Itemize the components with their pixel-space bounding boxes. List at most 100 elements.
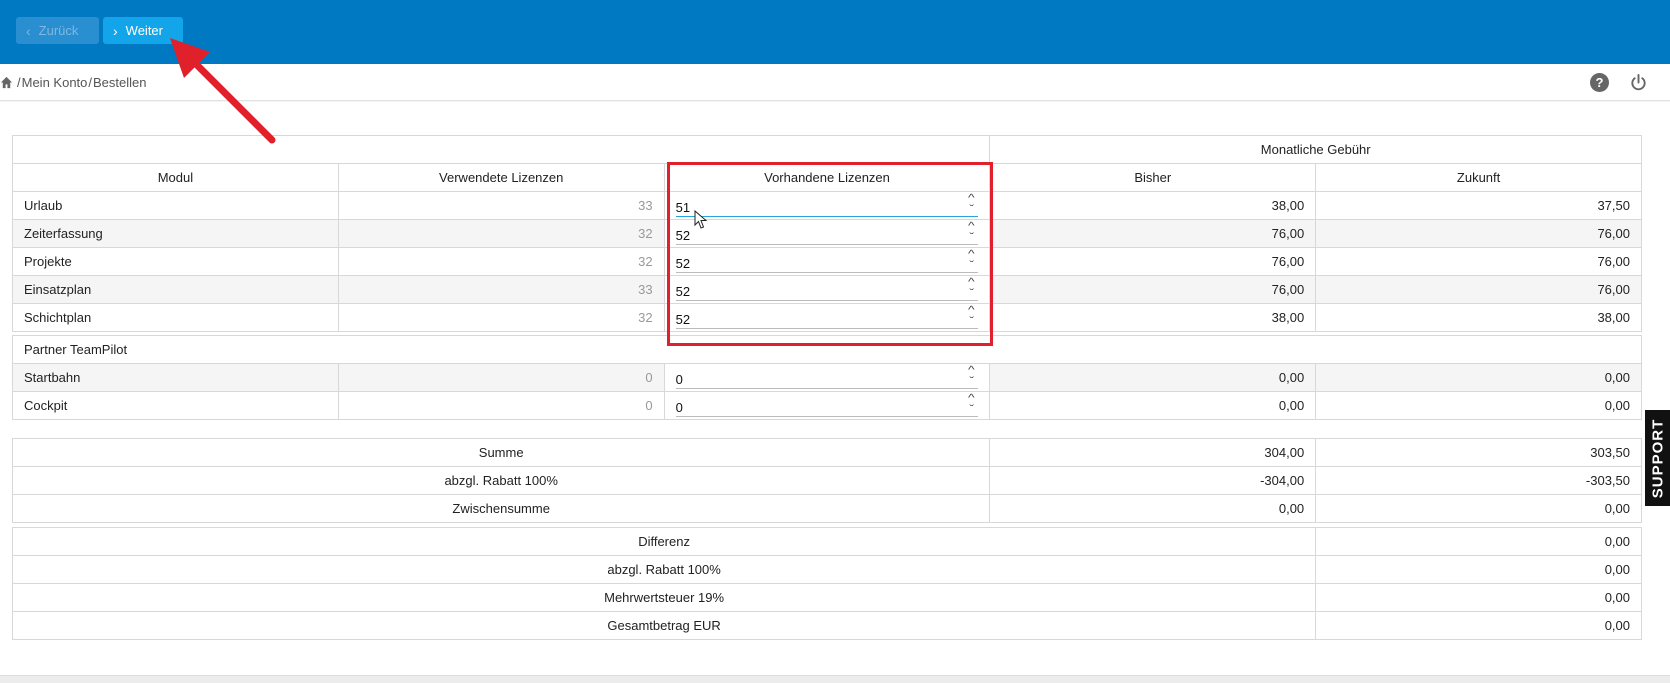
used-licenses: 33 xyxy=(337,191,665,220)
module-name: Projekte xyxy=(12,247,339,276)
breadcrumb-item-konto[interactable]: Mein Konto xyxy=(22,75,88,90)
total-label: Mehrwertsteuer 19% xyxy=(11,583,1317,612)
summary-future: 303,50 xyxy=(1315,438,1642,467)
stepper-icon[interactable]: ^ ˇ xyxy=(964,391,978,417)
license-number-input[interactable]: 52 ^ ˇ xyxy=(675,219,979,245)
license-input-value: 52 xyxy=(675,312,691,327)
next-button[interactable]: › Weiter xyxy=(103,17,183,44)
summary-row: abzgl. Rabatt 100% -304,00 -303,50 xyxy=(11,466,1642,495)
summary-row: Zwischensumme 0,00 0,00 xyxy=(11,494,1642,523)
chevron-left-icon: ‹ xyxy=(26,22,31,39)
available-licenses-cell: 51 ^ ˇ xyxy=(663,191,991,220)
fee-previous: 38,00 xyxy=(989,303,1317,332)
total-value: 0,00 xyxy=(1315,583,1642,612)
total-row: Differenz 0,00 xyxy=(11,527,1642,556)
partner-section-label: Partner TeamPilot xyxy=(12,335,1642,364)
module-name: Cockpit xyxy=(12,391,339,420)
summary-previous: 304,00 xyxy=(989,438,1317,467)
available-licenses-cell: 52 ^ ˇ xyxy=(663,219,991,248)
fee-future: 0,00 xyxy=(1315,391,1642,420)
license-number-input[interactable]: 0 ^ ˇ xyxy=(675,391,979,417)
license-number-input[interactable]: 52 ^ ˇ xyxy=(675,275,979,301)
next-button-label: Weiter xyxy=(125,23,163,38)
help-icon[interactable]: ? xyxy=(1590,73,1609,92)
fee-future: 0,00 xyxy=(1315,363,1642,392)
used-licenses: 0 xyxy=(337,363,665,392)
fee-future: 38,00 xyxy=(1315,303,1642,332)
license-table: Monatliche Gebühr Modul Verwendete Lizen… xyxy=(11,135,1642,420)
table-row: Schichtplan 32 52 ^ ˇ 38,00 38,00 xyxy=(12,303,1642,332)
back-button[interactable]: ‹ Zurück xyxy=(16,17,99,44)
available-licenses-cell: 52 ^ ˇ xyxy=(663,275,991,304)
summary-label: Summe xyxy=(11,438,991,467)
fee-future: 37,50 xyxy=(1315,191,1642,220)
table-row: Urlaub 33 51 ^ ˇ 38,00 37,50 xyxy=(12,191,1642,220)
license-input-value: 0 xyxy=(675,372,683,387)
total-row: Mehrwertsteuer 19% 0,00 xyxy=(11,583,1642,612)
header-spacer xyxy=(11,135,991,164)
fee-previous: 38,00 xyxy=(989,191,1317,220)
summary-previous: -304,00 xyxy=(989,466,1317,495)
support-tab[interactable]: SUPPORT xyxy=(1645,410,1670,506)
stepper-icon[interactable]: ^ ˇ xyxy=(964,219,978,245)
module-name: Schichtplan xyxy=(12,303,339,332)
col-header-module: Modul xyxy=(12,163,339,192)
summary-future: -303,50 xyxy=(1315,466,1642,495)
col-header-future: Zukunft xyxy=(1315,163,1642,192)
license-number-input[interactable]: 0 ^ ˇ xyxy=(675,363,979,389)
fee-previous: 76,00 xyxy=(989,275,1317,304)
power-icon[interactable] xyxy=(1629,73,1648,92)
available-licenses-cell: 52 ^ ˇ xyxy=(663,247,991,276)
summary-table: Summe 304,00 303,50 abzgl. Rabatt 100% -… xyxy=(11,438,1642,523)
monthly-fee-header: Monatliche Gebühr xyxy=(989,135,1642,164)
stepper-icon[interactable]: ^ ˇ xyxy=(964,191,978,217)
summary-label: Zwischensumme xyxy=(11,494,991,523)
fee-future: 76,00 xyxy=(1315,247,1642,276)
stepper-icon[interactable]: ^ ˇ xyxy=(964,363,978,389)
fee-future: 76,00 xyxy=(1315,275,1642,304)
used-licenses: 32 xyxy=(337,303,665,332)
license-input-value: 52 xyxy=(675,228,691,243)
chevron-right-icon: › xyxy=(113,22,118,39)
table-row: Startbahn 0 0 ^ ˇ 0,00 0,00 xyxy=(12,363,1642,392)
used-licenses: 33 xyxy=(337,275,665,304)
fee-future: 76,00 xyxy=(1315,219,1642,248)
total-value: 0,00 xyxy=(1315,527,1642,556)
used-licenses: 32 xyxy=(337,219,665,248)
col-header-used: Verwendete Lizenzen xyxy=(337,163,665,192)
total-row: abzgl. Rabatt 100% 0,00 xyxy=(11,555,1642,584)
total-value: 0,00 xyxy=(1315,555,1642,584)
breadcrumb-separator: / xyxy=(17,74,21,90)
license-input-value: 0 xyxy=(675,400,683,415)
breadcrumb-separator: / xyxy=(88,74,93,90)
total-label: Gesamtbetrag EUR xyxy=(11,611,1317,640)
module-name: Startbahn xyxy=(12,363,339,392)
summary-label: abzgl. Rabatt 100% xyxy=(11,466,991,495)
license-number-input[interactable]: 52 ^ ˇ xyxy=(675,247,979,273)
fee-previous: 76,00 xyxy=(989,219,1317,248)
breadcrumb-item-bestellen: Bestellen xyxy=(93,74,147,90)
stepper-icon[interactable]: ^ ˇ xyxy=(964,275,978,301)
table-row: Einsatzplan 33 52 ^ ˇ 76,00 76,00 xyxy=(12,275,1642,304)
back-button-label: Zurück xyxy=(38,23,79,38)
breadcrumb: / Mein Konto / Bestellen xyxy=(0,75,147,90)
total-row: Gesamtbetrag EUR 0,00 xyxy=(11,611,1642,640)
table-row: Zeiterfassung 32 52 ^ ˇ 76,00 76,00 xyxy=(12,219,1642,248)
stepper-icon[interactable]: ^ ˇ xyxy=(964,247,978,273)
home-icon[interactable] xyxy=(0,76,13,89)
license-number-input[interactable]: 52 ^ ˇ xyxy=(675,303,979,329)
module-name: Urlaub xyxy=(12,191,339,220)
used-licenses: 0 xyxy=(337,391,665,420)
stepper-icon[interactable]: ^ ˇ xyxy=(964,303,978,329)
fee-previous: 0,00 xyxy=(989,391,1317,420)
fee-previous: 0,00 xyxy=(989,363,1317,392)
summary-row: Summe 304,00 303,50 xyxy=(11,438,1642,467)
license-number-input[interactable]: 51 ^ ˇ xyxy=(675,191,979,217)
total-label: Differenz xyxy=(11,527,1317,556)
license-input-value: 52 xyxy=(675,284,691,299)
col-header-available: Vorhandene Lizenzen xyxy=(663,163,991,192)
module-name: Zeiterfassung xyxy=(12,219,339,248)
available-licenses-cell: 0 ^ ˇ xyxy=(663,363,991,392)
available-licenses-cell: 52 ^ ˇ xyxy=(663,303,991,332)
total-value: 0,00 xyxy=(1315,611,1642,640)
